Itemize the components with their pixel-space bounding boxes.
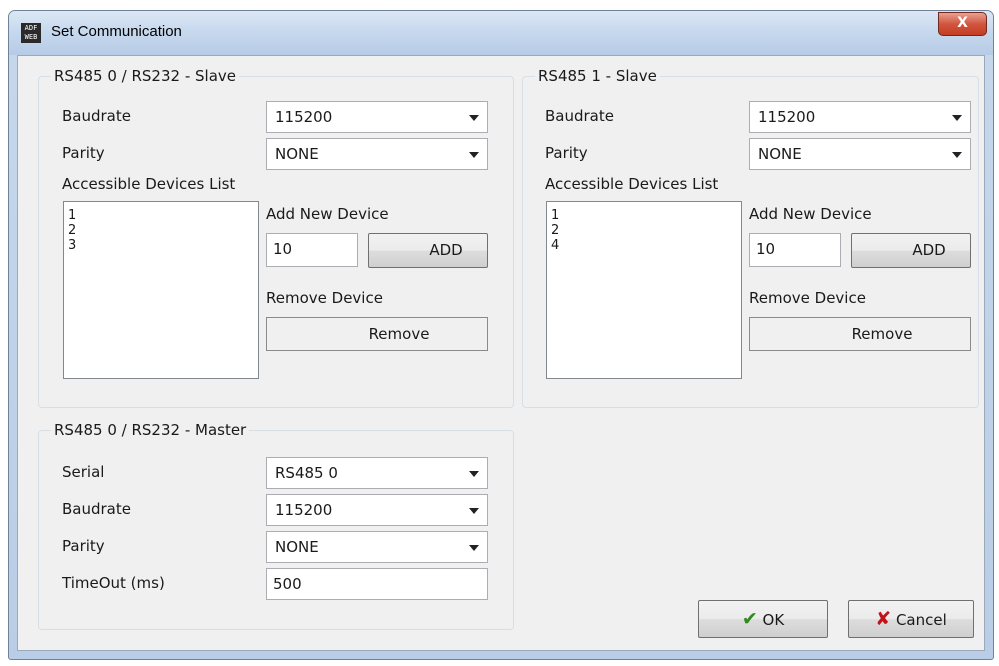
chevron-down-icon [952, 115, 962, 121]
slave1-remove-button[interactable]: Remove [749, 317, 971, 351]
slave0-baudrate-select[interactable]: 115200 [266, 101, 488, 133]
slave0-remove-label: Remove Device [266, 289, 383, 307]
list-item[interactable]: 2 [68, 223, 258, 238]
slave0-devices-label: Accessible Devices List [62, 175, 236, 193]
slave0-legend: RS485 0 / RS232 - Slave [51, 67, 239, 85]
slave1-baudrate-value: 115200 [758, 108, 816, 126]
slave0-parity-select[interactable]: NONE [266, 138, 488, 170]
dialog-window: ADF WEB Set Communication X RS485 0 / RS2… [8, 10, 994, 660]
master-parity-label: Parity [62, 537, 105, 555]
slave1-devices-label: Accessible Devices List [545, 175, 719, 193]
window-title: Set Communication [51, 23, 182, 40]
cancel-label: Cancel [895, 611, 947, 629]
slave1-parity-value: NONE [758, 145, 802, 163]
master-legend: RS485 0 / RS232 - Master [51, 421, 250, 439]
close-button[interactable]: X [938, 12, 987, 36]
master-baudrate-label: Baudrate [62, 500, 131, 518]
chevron-down-icon [469, 152, 479, 158]
app-icon: ADF WEB [21, 23, 41, 43]
chevron-down-icon [469, 471, 479, 477]
slave1-parity-select[interactable]: NONE [749, 138, 971, 170]
slave0-new-device-input[interactable]: 10 [266, 233, 358, 267]
slave1-legend: RS485 1 - Slave [535, 67, 660, 85]
master-timeout-value: 500 [273, 575, 302, 593]
slave0-baudrate-value: 115200 [275, 108, 333, 126]
slave0-parity-label: Parity [62, 144, 105, 162]
x-icon: ✘ [875, 608, 892, 630]
chevron-down-icon [952, 152, 962, 158]
slave0-devices-list[interactable]: 1 2 3 [63, 201, 259, 379]
slave0-parity-value: NONE [275, 145, 319, 163]
slave1-add-button[interactable]: ADD [851, 233, 971, 268]
check-icon: ✔ [741, 608, 758, 630]
ok-button[interactable]: ✔ OK [698, 600, 828, 638]
list-item[interactable]: 1 [551, 208, 741, 223]
slave0-new-device-value: 10 [273, 240, 293, 258]
slave1-group: RS485 1 - Slave Baudrate 115200 Parity N… [522, 67, 979, 408]
list-item[interactable]: 2 [551, 223, 741, 238]
chevron-down-icon [469, 508, 479, 514]
slave0-add-label: Add New Device [266, 205, 389, 223]
master-parity-value: NONE [275, 538, 319, 556]
slave0-remove-button[interactable]: Remove [266, 317, 488, 351]
slave1-baudrate-label: Baudrate [545, 107, 614, 125]
slave1-add-label: Add New Device [749, 205, 872, 223]
master-parity-select[interactable]: NONE [266, 531, 488, 563]
title-bar[interactable]: ADF WEB Set Communication X [9, 11, 993, 55]
slave1-parity-label: Parity [545, 144, 588, 162]
slave1-baudrate-select[interactable]: 115200 [749, 101, 971, 133]
master-serial-label: Serial [62, 463, 105, 481]
master-serial-value: RS485 0 [275, 464, 338, 482]
list-item[interactable]: 1 [68, 208, 258, 223]
slave1-new-device-input[interactable]: 10 [749, 233, 841, 267]
ok-label: OK [762, 611, 785, 629]
master-timeout-input[interactable]: 500 [266, 568, 488, 600]
dialog-client-area: RS485 0 / RS232 - Slave Baudrate 115200 … [17, 55, 985, 651]
master-timeout-label: TimeOut (ms) [62, 574, 165, 592]
slave1-remove-label: Remove Device [749, 289, 866, 307]
close-icon: X [957, 15, 968, 31]
list-item[interactable]: 4 [551, 238, 741, 253]
slave0-baudrate-label: Baudrate [62, 107, 131, 125]
master-group: RS485 0 / RS232 - Master Serial RS485 0 … [38, 421, 514, 630]
master-serial-select[interactable]: RS485 0 [266, 457, 488, 489]
chevron-down-icon [469, 115, 479, 121]
chevron-down-icon [469, 545, 479, 551]
slave1-new-device-value: 10 [756, 240, 776, 258]
slave0-add-button[interactable]: ADD [368, 233, 488, 268]
slave0-group: RS485 0 / RS232 - Slave Baudrate 115200 … [38, 67, 514, 408]
slave1-devices-list[interactable]: 1 2 4 [546, 201, 742, 379]
cancel-button[interactable]: ✘ Cancel [848, 600, 974, 638]
master-baudrate-value: 115200 [275, 501, 333, 519]
master-baudrate-select[interactable]: 115200 [266, 494, 488, 526]
list-item[interactable]: 3 [68, 238, 258, 253]
